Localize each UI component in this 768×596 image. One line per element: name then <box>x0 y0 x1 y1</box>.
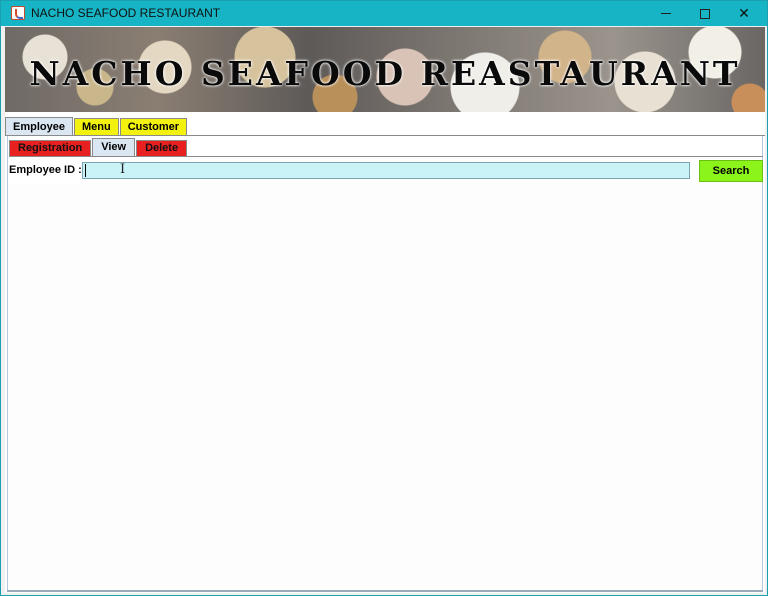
subtab-registration[interactable]: Registration <box>9 140 92 156</box>
minimize-icon <box>661 12 671 14</box>
tab-employee[interactable]: Employee <box>5 117 73 136</box>
app-window: NACHO SEAFOOD RESTAURANT ✕ NACHO SEAFOOD… <box>0 0 768 596</box>
title-bar[interactable]: NACHO SEAFOOD RESTAURANT ✕ <box>1 1 767 26</box>
java-app-icon <box>11 6 25 20</box>
subtab-delete[interactable]: Delete <box>136 140 188 156</box>
close-button[interactable]: ✕ <box>724 1 764 26</box>
maximize-button[interactable] <box>685 1 725 26</box>
window-title: NACHO SEAFOOD RESTAURANT <box>31 6 221 20</box>
maximize-icon <box>700 9 710 19</box>
view-panel-body <box>8 183 762 590</box>
employee-id-input[interactable] <box>82 162 690 179</box>
search-button[interactable]: Search <box>699 160 763 182</box>
banner-title: NACHO SEAFOOD REASTAURANT <box>29 54 741 93</box>
minimize-button[interactable] <box>646 1 686 26</box>
main-tab-bar: Employee Menu Customer <box>5 117 188 136</box>
subtab-divider <box>9 156 763 157</box>
panel-bottom-border <box>7 590 763 592</box>
employee-id-label: Employee ID : <box>9 164 82 176</box>
restaurant-banner: NACHO SEAFOOD REASTAURANT <box>5 27 765 112</box>
text-caret <box>85 164 86 177</box>
employee-subtab-bar: Registration View Delete <box>9 138 188 157</box>
tab-menu[interactable]: Menu <box>73 118 119 136</box>
close-icon: ✕ <box>738 5 750 21</box>
ibeam-cursor-icon: I <box>120 162 126 177</box>
tab-customer[interactable]: Customer <box>119 118 188 136</box>
subtab-view[interactable]: View <box>92 138 136 156</box>
